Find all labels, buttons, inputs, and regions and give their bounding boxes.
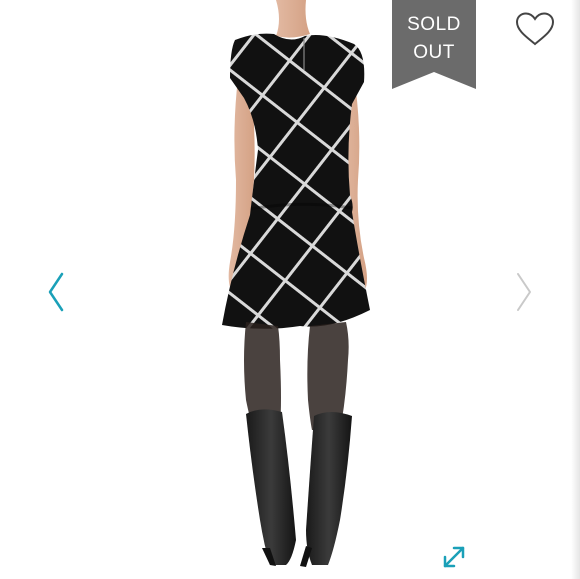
product-photo [222, 0, 370, 567]
chevron-right-icon[interactable] [512, 270, 536, 314]
heart-outline-icon[interactable] [514, 11, 556, 47]
chevron-left-icon[interactable] [44, 270, 68, 314]
expand-arrows-icon[interactable] [440, 543, 468, 571]
right-edge-shadow [571, 0, 580, 579]
product-image-viewer: SOLD OUT [0, 0, 580, 579]
